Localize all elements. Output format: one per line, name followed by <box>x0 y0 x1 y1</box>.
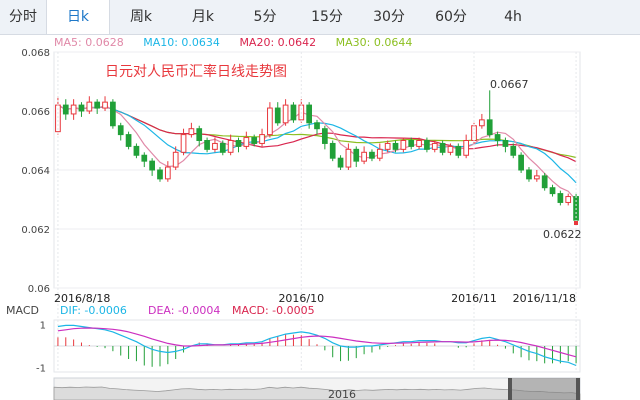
navigator-year: 2016 <box>328 388 356 400</box>
candle-body <box>526 169 532 180</box>
candle-body <box>314 122 320 130</box>
candle-body <box>219 142 226 153</box>
y-tick-label: 0.066 <box>21 107 50 118</box>
candle-body <box>274 107 281 124</box>
x-tick-label: 2016/11 <box>451 292 497 305</box>
navigator-window[interactable] <box>508 378 580 400</box>
candle-body <box>518 154 524 171</box>
y-tick-label: 0.064 <box>21 166 50 177</box>
candle-body <box>533 175 540 180</box>
candle-body <box>361 151 367 162</box>
candle-body <box>337 157 344 168</box>
candle-body <box>62 104 69 115</box>
candle-body <box>400 140 407 150</box>
candle-body <box>431 142 438 150</box>
x-axis: 2016/8/18 2016/10 2016/11 2016/11/18 <box>54 52 577 372</box>
candle-body <box>110 101 116 127</box>
macd-y-tick: -1 <box>36 364 46 375</box>
macd-label: MACD <box>6 304 39 317</box>
candle-body <box>416 140 422 147</box>
candle-body <box>329 142 336 159</box>
candle-body <box>502 140 509 147</box>
candle-body <box>235 140 242 147</box>
candle-body <box>290 104 297 121</box>
candle-body <box>196 128 203 141</box>
candle-body <box>345 148 352 168</box>
candle-body <box>439 142 446 153</box>
candle-body <box>251 137 258 144</box>
candle-body <box>204 140 210 150</box>
candle-body <box>455 145 462 156</box>
candle-body <box>549 187 556 195</box>
candle-body <box>565 196 572 203</box>
candle-body <box>424 140 430 150</box>
candle-body <box>306 104 313 124</box>
x-tick-label: 2016/11/18 <box>513 292 576 305</box>
candles <box>55 90 579 224</box>
candle-body <box>102 101 108 109</box>
candle-body <box>86 101 93 112</box>
candle-body <box>353 148 360 162</box>
macd-y-tick: 1 <box>40 320 46 331</box>
y-tick-label: 0.068 <box>21 48 50 59</box>
candle-body <box>164 166 171 180</box>
chart-title: 日元对人民币汇率日线走势图 <box>105 63 287 80</box>
candle-body <box>494 134 501 142</box>
candle-body <box>180 134 187 153</box>
candle-body <box>376 148 383 159</box>
high-annotation: 0.0667 <box>490 78 529 91</box>
candle-body <box>392 142 399 150</box>
candle-body <box>157 169 163 180</box>
candle-body <box>557 193 564 203</box>
candle-body <box>384 142 391 150</box>
candle-body <box>125 134 132 147</box>
candle-body <box>447 145 454 153</box>
macd-dif-legend: DIF: -0.0006 <box>60 304 127 317</box>
candle-body <box>267 107 273 136</box>
candle-body <box>321 128 328 144</box>
candle-body <box>141 154 148 162</box>
candle-body <box>463 140 470 156</box>
candle-body <box>188 128 195 136</box>
kline-chart[interactable]: 日元对人民币汇率日线走势图 0.068 0.066 0.064 0.062 0.06 2… <box>0 0 640 400</box>
candle-body <box>282 104 289 124</box>
navigator-handle-right[interactable] <box>576 378 580 400</box>
candle-body <box>133 145 140 156</box>
candle-body <box>541 175 548 189</box>
candle-body <box>479 119 485 127</box>
macd-dea-line <box>57 327 577 358</box>
candle-body <box>149 160 155 171</box>
macd-value-legend: MACD: -0.0005 <box>232 304 315 317</box>
candle-body <box>259 134 265 144</box>
macd-axis: 1 -1 <box>36 320 580 375</box>
last-price-marker <box>574 221 578 225</box>
candle-body <box>78 104 85 112</box>
y-tick-label: 0.06 <box>28 284 50 295</box>
macd-dea-legend: DEA: -0.0004 <box>148 304 220 317</box>
candle-body <box>369 151 375 159</box>
y-tick-label: 0.062 <box>21 225 50 236</box>
candle-body <box>70 104 77 115</box>
navigator-handle-left[interactable] <box>508 378 512 400</box>
candle-body <box>94 101 101 109</box>
candle-body <box>117 125 124 136</box>
low-annotation: 0.0622 <box>543 228 582 241</box>
candle-body <box>227 140 234 153</box>
candle-body <box>172 151 179 168</box>
candle-body <box>486 119 493 136</box>
candle-body <box>510 145 517 156</box>
candle-body <box>212 142 218 150</box>
candle-body <box>243 137 250 147</box>
candle-body <box>408 140 415 147</box>
